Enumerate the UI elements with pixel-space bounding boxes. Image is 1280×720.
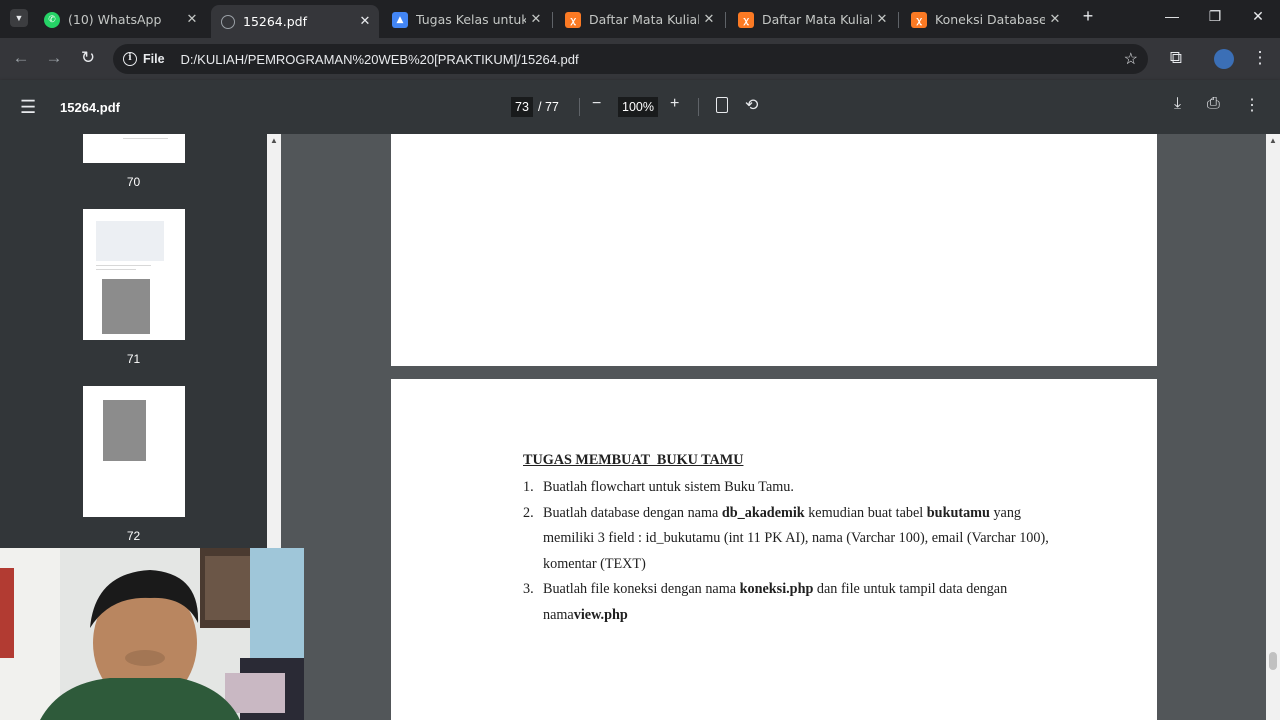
minimize-button[interactable]: —: [1157, 8, 1187, 24]
thumbnail-image: [103, 400, 146, 461]
task-number: 2.: [523, 504, 534, 521]
close-icon[interactable]: ✕: [1045, 12, 1065, 27]
xampp-icon: ꭓ: [911, 11, 927, 28]
page-thumbnail-72[interactable]: [83, 386, 185, 517]
thumbnail-image: [102, 279, 150, 334]
viewer-scrollbar[interactable]: ▲: [1266, 134, 1280, 720]
xampp-icon: ꭓ: [565, 11, 581, 28]
task-number: 1.: [523, 479, 534, 495]
omnibox[interactable]: i File D:/KULIAH/PEMROGRAMAN%20WEB%20[PR…: [113, 44, 1148, 74]
thumbnail-content: [123, 138, 168, 139]
rotate-icon[interactable]: ⟲: [745, 95, 758, 115]
download-icon[interactable]: ⤓: [1174, 95, 1181, 113]
classroom-icon: ▲: [392, 11, 408, 28]
thumbnail-content: [96, 221, 164, 261]
bookmark-star-icon[interactable]: ☆: [1124, 49, 1138, 69]
task-text: Buatlah flowchart untuk sistem Buku Tamu…: [543, 479, 794, 495]
tab-divider: [725, 12, 726, 28]
pdf-page-72: [391, 134, 1157, 366]
zoom-in-icon[interactable]: +: [670, 95, 679, 113]
tab-daftar-mata-kuliah[interactable]: ꭓ Daftar Mata Kuliah ✕: [555, 5, 723, 34]
reload-button[interactable]: ↻: [76, 48, 100, 68]
task-item: 2. Buatlah database dengan nama db_akade…: [523, 501, 1063, 578]
close-icon[interactable]: ✕: [182, 12, 202, 27]
page-thumbnail-70[interactable]: [83, 134, 185, 163]
tab-title: Daftar Mata Kuliah (R: [762, 12, 872, 27]
tab-search-button[interactable]: ▼: [10, 9, 28, 27]
tab-divider: [552, 12, 553, 28]
close-icon[interactable]: ✕: [872, 12, 892, 27]
close-icon[interactable]: ✕: [526, 12, 546, 27]
tab-divider: [898, 12, 899, 28]
tab-strip: ▼ ✆ (10) WhatsApp ✕ 15264.pdf ✕ ▲ Tugas …: [0, 0, 1280, 38]
tab-tugas-kelas[interactable]: ▲ Tugas Kelas untuk 20... ✕: [382, 5, 550, 34]
webcam-overlay: [0, 548, 304, 720]
tab-title: Koneksi Database My: [935, 12, 1045, 27]
url-text[interactable]: D:/KULIAH/PEMROGRAMAN%20WEB%20[PRAKTIKUM…: [181, 52, 579, 67]
pdf-toolbar: ☰ 15264.pdf 73 / 77 − 100% + ⟲ ⤓ ⎙ ⋮: [0, 80, 1280, 134]
site-info-chip[interactable]: i File: [121, 48, 173, 70]
browser-menu-icon[interactable]: ⋮: [1248, 48, 1272, 68]
xampp-icon: ꭓ: [738, 11, 754, 28]
tab-title: Tugas Kelas untuk 20...: [416, 12, 526, 27]
back-button[interactable]: ←: [9, 48, 33, 68]
task-list: 1. Buatlah flowchart untuk sistem Buku T…: [523, 475, 1063, 629]
task-number: 3.: [523, 581, 534, 598]
restore-button[interactable]: ❐: [1200, 8, 1230, 25]
more-options-icon[interactable]: ⋮: [1244, 95, 1260, 115]
close-window-button[interactable]: ✕: [1243, 8, 1273, 25]
tab-whatsapp[interactable]: ✆ (10) WhatsApp ✕: [34, 5, 206, 34]
whatsapp-icon: ✆: [44, 11, 60, 28]
page-number-input[interactable]: 73: [511, 97, 533, 117]
thumbnail-number: 70: [126, 175, 141, 189]
page-thumbnail-71[interactable]: [83, 209, 185, 340]
tab-title: Daftar Mata Kuliah: [589, 12, 699, 27]
scrollbar-thumb[interactable]: [1269, 652, 1277, 670]
tab-title: 15264.pdf: [243, 14, 308, 29]
profile-avatar[interactable]: [1214, 49, 1234, 69]
info-icon: i: [123, 52, 137, 66]
page-total: / 77: [538, 100, 559, 114]
webcam-video-frame: [0, 548, 304, 720]
task-text: Buatlah database dengan nama db_akademik…: [543, 504, 1049, 572]
pdf-filename: 15264.pdf: [60, 100, 120, 115]
thumbnail-content: [96, 269, 136, 270]
address-bar-row: ← → ↻ i File D:/KULIAH/PEMROGRAMAN%20WEB…: [0, 38, 1280, 80]
extensions-icon[interactable]: ⧉: [1164, 48, 1188, 68]
task-text: Buatlah file koneksi dengan nama koneksi…: [543, 581, 1008, 623]
toolbar-divider: [698, 98, 699, 116]
close-icon[interactable]: ✕: [355, 14, 375, 29]
tab-title: (10) WhatsApp: [68, 12, 162, 27]
zoom-out-icon[interactable]: −: [592, 95, 601, 113]
new-tab-button[interactable]: +: [1073, 6, 1103, 27]
scroll-up-arrow-icon[interactable]: ▲: [270, 136, 278, 145]
thumbnail-number: 71: [126, 352, 141, 366]
tab-koneksi-database[interactable]: ꭓ Koneksi Database My ✕: [901, 5, 1069, 34]
thumbnail-content: [96, 265, 151, 266]
close-icon[interactable]: ✕: [699, 12, 719, 27]
globe-icon: [221, 14, 235, 29]
thumbnail-number: 72: [126, 529, 141, 543]
fit-page-icon[interactable]: [716, 97, 728, 113]
tab-daftar-mata-kuliah-r[interactable]: ꭓ Daftar Mata Kuliah (R ✕: [728, 5, 896, 34]
toolbar-divider: [579, 98, 580, 116]
site-info-label: File: [143, 52, 165, 66]
task-item: 3. Buatlah file koneksi dengan nama kone…: [523, 577, 1063, 628]
forward-button[interactable]: →: [42, 48, 66, 68]
print-icon[interactable]: ⎙: [1207, 95, 1220, 113]
tab-pdf[interactable]: 15264.pdf ✕: [211, 5, 379, 38]
document-heading: TUGAS MEMBUAT BUKU TAMU: [523, 452, 744, 468]
sidebar-menu-icon[interactable]: ☰: [20, 97, 36, 118]
document-content: TUGAS MEMBUAT BUKU TAMU 1. Buatlah flowc…: [523, 452, 1063, 629]
task-item: 1. Buatlah flowchart untuk sistem Buku T…: [523, 475, 1063, 501]
zoom-input[interactable]: 100%: [618, 97, 658, 117]
scroll-up-arrow-icon[interactable]: ▲: [1269, 136, 1277, 145]
